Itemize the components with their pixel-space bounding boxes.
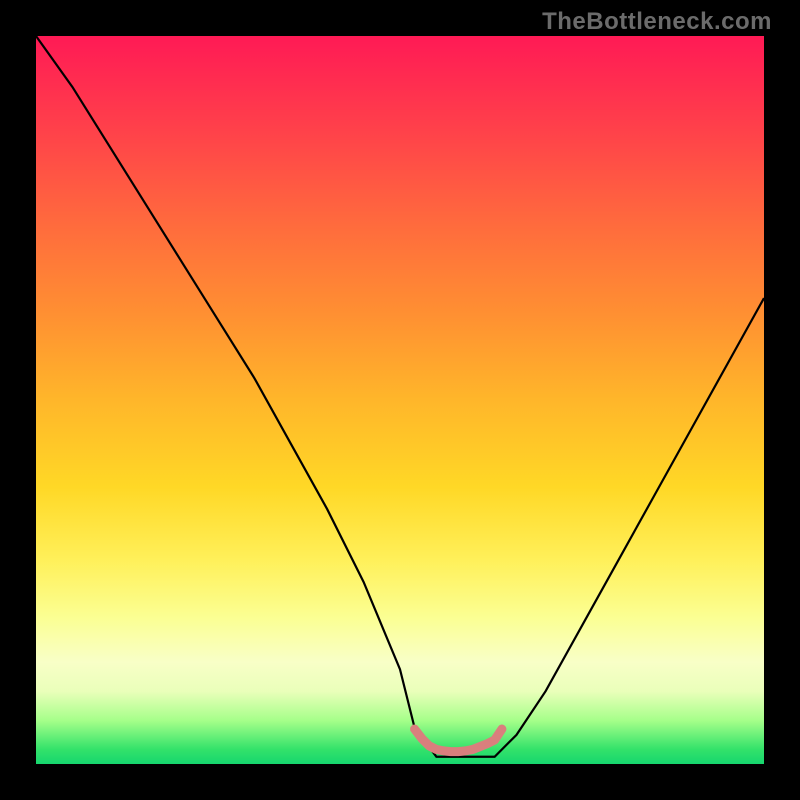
chart-frame: TheBottleneck.com bbox=[0, 0, 800, 800]
watermark-label: TheBottleneck.com bbox=[542, 8, 772, 36]
plot-area bbox=[36, 36, 764, 764]
main-curve bbox=[36, 36, 764, 757]
curve-layer bbox=[36, 36, 764, 764]
bottom-marker bbox=[415, 729, 502, 752]
